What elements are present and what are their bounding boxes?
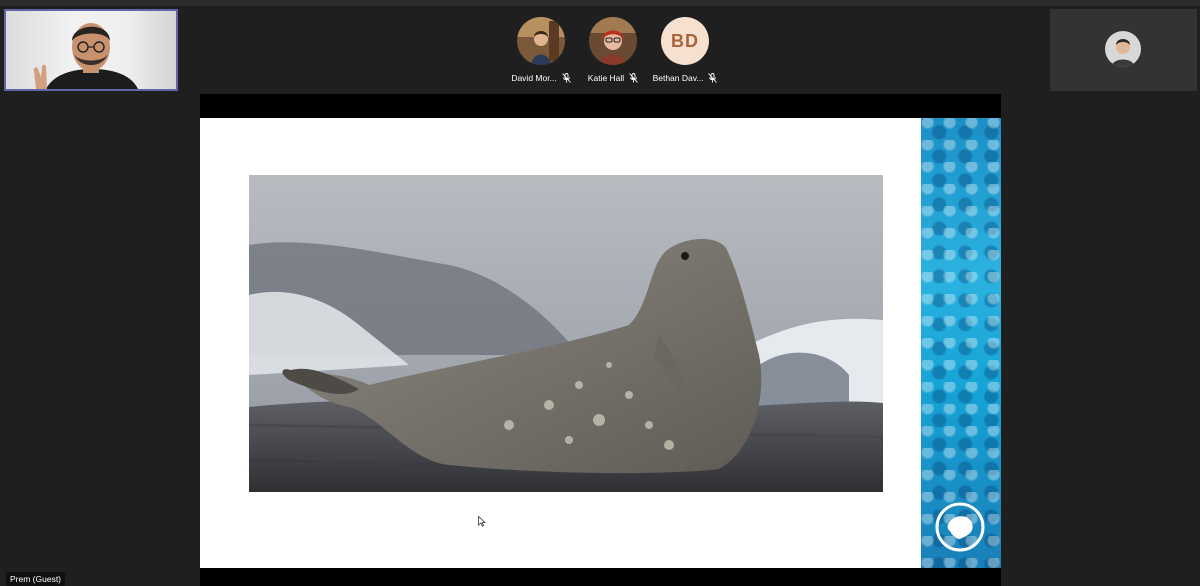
participant-tile-right[interactable] xyxy=(1050,9,1197,91)
antarctica-emblem-icon xyxy=(935,502,985,552)
participant-right-avatar xyxy=(1105,31,1141,67)
participant-bethan-initials: BD xyxy=(661,17,709,65)
self-video-tile[interactable] xyxy=(4,9,178,91)
participant-bethan-name: Bethan Dav... xyxy=(652,73,704,83)
mic-off-icon xyxy=(561,73,571,83)
seal-photo xyxy=(249,175,883,492)
window-top-strip xyxy=(0,0,1200,6)
self-video-feed xyxy=(33,23,138,89)
participant-katie-name: Katie Hall xyxy=(587,73,625,83)
participant-katie[interactable]: Katie Hall xyxy=(573,17,653,85)
participant-katie-avatar xyxy=(589,17,637,65)
mouse-cursor-icon xyxy=(478,516,486,527)
self-name-tag: Prem (Guest) xyxy=(6,572,66,586)
mic-off-icon xyxy=(708,73,718,83)
participant-david[interactable]: David Mor... xyxy=(501,17,581,85)
participant-david-avatar xyxy=(517,17,565,65)
participant-david-name: David Mor... xyxy=(511,73,557,83)
participant-bethan[interactable]: BD Bethan Dav... xyxy=(645,17,725,85)
mic-off-icon xyxy=(629,73,639,83)
